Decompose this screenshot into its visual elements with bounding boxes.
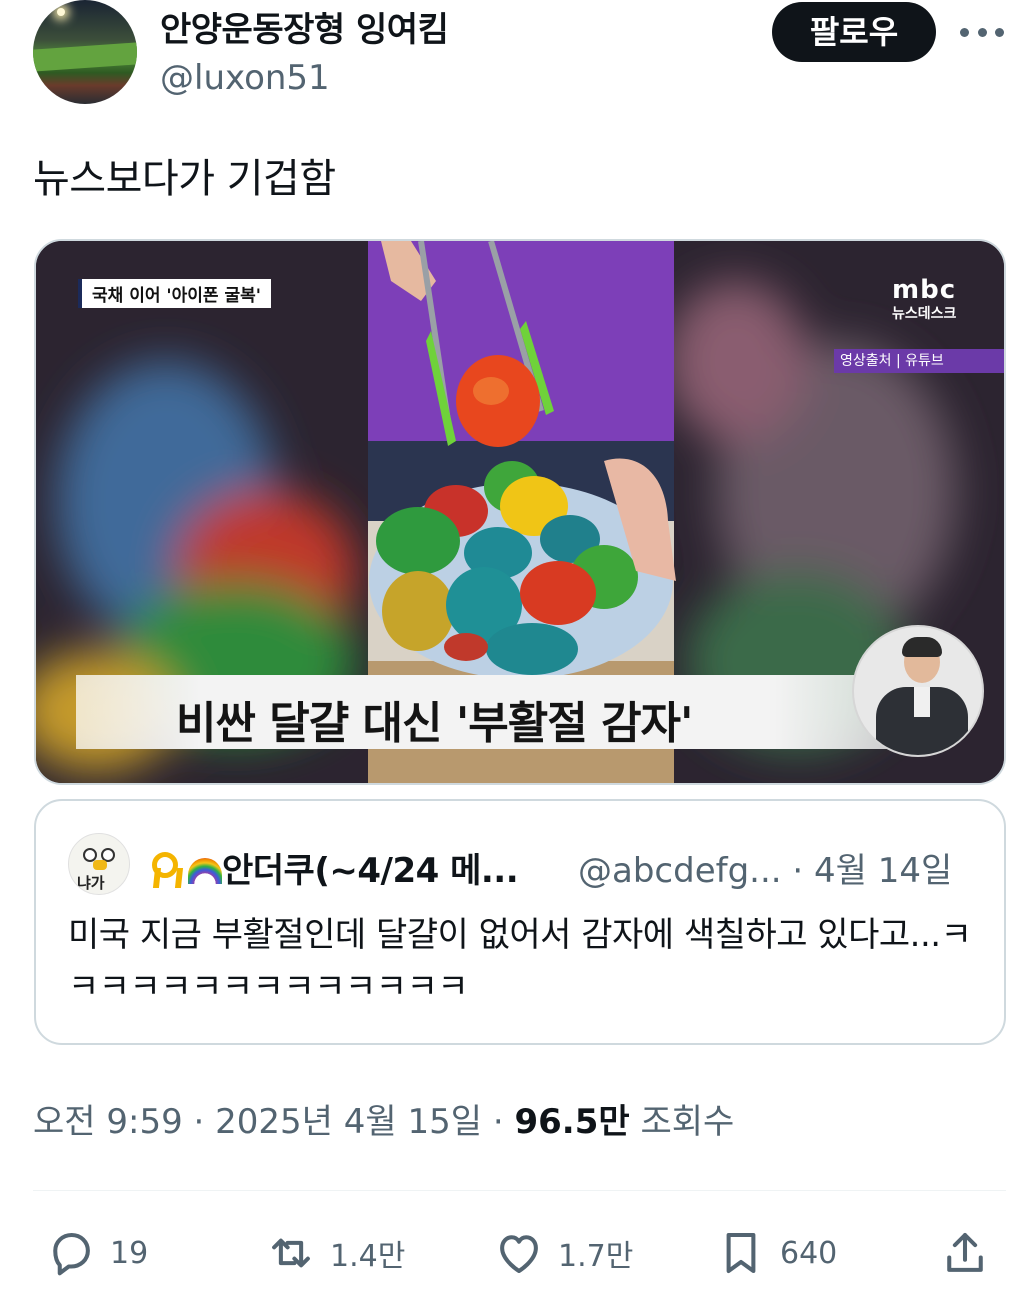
bookmark-icon <box>726 1232 756 1274</box>
user-handle[interactable]: @luxon51 <box>160 58 330 98</box>
bookmark-count: 640 <box>780 1235 838 1271</box>
quoted-avatar-tag: 냐가 <box>77 874 105 892</box>
action-bar: 19 1.4만 1.7만 640 <box>0 1218 1024 1288</box>
avatar[interactable] <box>33 0 137 104</box>
heart-icon <box>500 1235 538 1274</box>
display-name[interactable]: 안양운동장형 잉여킴 <box>160 2 449 51</box>
quoted-post[interactable]: 냐가 안더쿠(~4/24 메... @abcdefg... · 4월 14일 미… <box>34 799 1006 1045</box>
post-metadata: 오전 9:59 · 2025년 4월 15일 · 96.5만 조회수 <box>33 1102 735 1142</box>
sign-language-interpreter <box>852 625 984 757</box>
repost-count: 1.4만 <box>330 1239 406 1274</box>
reply-count: 19 <box>110 1235 149 1271</box>
stadium-light <box>57 8 65 16</box>
video-source-tag: 영상출처 | 유튜브 <box>834 349 1004 373</box>
repost-icon <box>272 1238 310 1268</box>
post-date[interactable]: 2025년 4월 15일 <box>215 1102 482 1142</box>
share-button[interactable] <box>938 1218 1004 1288</box>
quoted-handle-date: @abcdefg... · 4월 14일 <box>578 843 952 892</box>
views-count: 96.5만 <box>514 1102 630 1142</box>
stadium-field <box>33 42 137 72</box>
quoted-avatar[interactable]: 냐가 <box>68 833 130 895</box>
quoted-name-text: 안더쿠(~4/24 메... <box>222 851 519 891</box>
mbc-subtitle: 뉴스데스크 <box>892 306 957 322</box>
quoted-handle: @abcdefg... <box>578 851 782 891</box>
post-header: 안양운동장형 잉여킴 @luxon51 팔로우 <box>0 0 1024 120</box>
bookmark-button[interactable]: 640 <box>714 1218 837 1288</box>
more-options-icon[interactable] <box>960 14 1004 50</box>
like-count: 1.7만 <box>558 1239 634 1274</box>
rainbow-icon <box>188 858 222 884</box>
reply-button[interactable]: 19 <box>44 1218 148 1288</box>
reply-icon <box>53 1232 90 1276</box>
quoted-date: · 4월 14일 <box>792 851 953 891</box>
yellow-ribbon-icon <box>150 852 178 888</box>
quoted-text: 미국 지금 부활절인데 달걀이 없어서 감자에 색칠하고 있다고...ㅋㅋㅋㅋㅋ… <box>68 915 972 1007</box>
divider <box>33 1190 1006 1191</box>
post-time[interactable]: 오전 9:59 <box>33 1102 183 1142</box>
news-caption: 비싼 달걀 대신 '부활절 감자' <box>176 698 693 749</box>
views-label: 조회수 <box>640 1102 735 1142</box>
like-button[interactable]: 1.7만 <box>492 1218 633 1288</box>
repost-button[interactable]: 1.4만 <box>264 1218 405 1288</box>
news-topline: 국채 이어 '아이폰 굴복' <box>78 279 271 308</box>
quoted-display-name[interactable]: 안더쿠(~4/24 메... <box>150 843 519 892</box>
follow-button[interactable]: 팔로우 <box>772 2 936 62</box>
post-media-image[interactable]: 국채 이어 '아이폰 굴복' mbc 뉴스데스크 영상출처 | 유튜브 비싼 달… <box>34 239 1006 785</box>
mbc-logo: mbc <box>892 275 957 305</box>
share-icon <box>947 1232 983 1272</box>
post-text: 뉴스보다가 기겁함 <box>33 156 336 202</box>
